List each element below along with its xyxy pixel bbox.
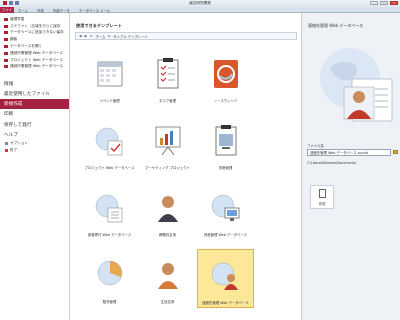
template-tile[interactable]: プロジェクト Web データベース [81,115,138,174]
database-icon [4,24,8,28]
project-web-icon [90,121,130,161]
template-preview-image [312,33,396,165]
file-name-input[interactable]: 連絡先管理 Web データベース.accdb [307,149,391,156]
menu-exit[interactable]: 終了 [0,147,69,154]
backstage-sidebar: 論理学習 ステファン（広域を行うに保存 データベースに追加できない保存 顧客 デ… [0,13,70,320]
breadcrumb-separator: ▸ [108,34,111,38]
options-icon [5,142,8,146]
template-tile[interactable]: 教職員名簿 [139,182,196,241]
back-button[interactable]: ◀ [79,34,82,38]
faculty-icon [148,188,188,228]
clipboard-icon [148,54,188,94]
breadcrumb-current: サンプル テンプレート [113,34,148,39]
template-tile[interactable]: タスク管理 [139,48,196,107]
template-details-panel: 連絡先管理 Web データベース ファイル名 連絡先管理 Web データベース.… [301,13,400,320]
database-icon [4,58,8,62]
database-icon [4,17,8,21]
recent-item[interactable]: プロジェクト Web データベース [0,57,69,64]
database-icon [4,31,8,35]
template-tile[interactable]: 販売管理 [81,249,138,308]
forward-button[interactable]: ▶ [85,34,88,38]
menu-recent[interactable]: 最近使用したファイル [0,89,69,99]
breadcrumb: ◀ ▶ ⌂ ホーム ▸ サンプル テンプレート [75,32,297,40]
menu-info[interactable]: 情報 [0,78,69,88]
menu-options[interactable]: オプション [0,140,69,147]
breadcrumb-home[interactable]: ホーム [95,34,105,39]
menu-new[interactable]: 新規作成 [0,98,69,110]
charity-web-icon [90,188,130,228]
backstage-menu: 情報 最近使用したファイル 新規作成 印刷 保存して発行 ヘルプ オプション 終… [0,78,69,154]
template-tile[interactable]: 生徒名簿 [139,249,196,308]
close-button[interactable]: × [390,1,398,5]
exit-icon [5,149,8,153]
template-gallery: 使用できるテンプレート ◀ ▶ ⌂ ホーム ▸ サンプル テンプレート イベント… [71,13,301,320]
northwind-icon [206,54,246,94]
section-title: 使用できるテンプレート [76,23,122,28]
window-controls: – □ × [370,1,398,5]
save-path: C:\Users\k6komen\Documents\ [307,161,357,165]
menu-help[interactable]: ヘルプ [0,130,69,140]
recent-item[interactable]: 論理学習 [0,16,69,23]
students-icon [148,255,188,295]
recent-item[interactable]: 顧客 [0,36,69,43]
template-tile[interactable]: 慈善寄付 Web データベース [81,182,138,241]
recent-database-list: 論理学習 ステファン（広域を行うに保存 データベースに追加できない保存 顧客 デ… [0,13,69,70]
file-name-label: ファイル名 [307,144,324,148]
template-tile[interactable]: 資産管理 [197,115,254,174]
menu-print[interactable]: 印刷 [0,109,69,119]
contacts-web-icon [206,256,246,296]
template-tile[interactable]: 資産管理 Web データベース [197,182,254,241]
folder-icon[interactable] [393,150,398,154]
minimize-button[interactable]: – [370,1,378,5]
asset-clipboard-icon [206,121,246,161]
create-button[interactable]: 作成 [310,185,334,209]
database-icon [4,38,8,42]
recent-item[interactable]: 連続作業管理 Web データベース [0,64,69,71]
calendar-icon [90,54,130,94]
recent-item[interactable]: データベースに追加できない保存 [0,30,69,37]
recent-item[interactable]: データベースを開く [0,43,69,50]
template-tile[interactable]: イベント管理 [81,48,138,107]
home-icon[interactable]: ⌂ [90,34,92,38]
selected-template-title: 連絡先管理 Web データベース [308,23,364,28]
recent-item[interactable]: ステファン（広域を行うに保存 [0,23,69,30]
sales-icon [90,255,130,295]
template-tile[interactable]: マーケティング プロジェクト [139,115,196,174]
chart-board-icon [148,121,188,161]
title-bar: 論文研究開発 – □ × [0,0,400,7]
window-title: 論文研究開発 [189,1,211,5]
recent-item[interactable]: 連続作業管理 Web データベース [0,50,69,57]
asset-web-icon [206,188,246,228]
new-document-icon [318,189,326,198]
folder-open-icon [4,45,8,49]
database-icon [4,65,8,69]
database-icon [4,51,8,55]
maximize-button[interactable]: □ [380,1,388,5]
template-tile-selected[interactable]: 連絡先管理 Web データベース [197,249,254,308]
template-tile[interactable]: ノースウィンド [197,48,254,107]
menu-save-publish[interactable]: 保存して発行 [0,120,69,130]
